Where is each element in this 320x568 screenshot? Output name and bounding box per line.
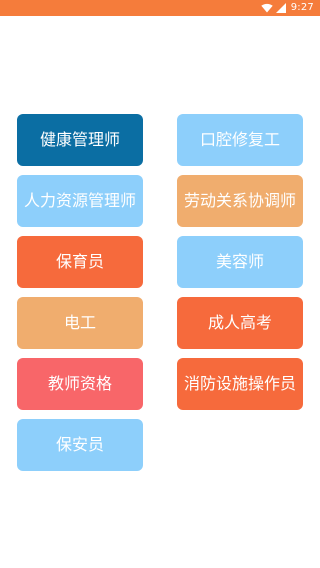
category-button-health-manager[interactable]: 健康管理师	[17, 114, 143, 166]
category-button-electrician[interactable]: 电工	[17, 297, 143, 349]
category-button-beautician[interactable]: 美容师	[177, 236, 303, 288]
category-button-security-guard[interactable]: 保安员	[17, 419, 143, 471]
wifi-icon	[261, 3, 273, 13]
status-bar: 9:27	[0, 0, 320, 16]
signal-icon	[275, 3, 286, 13]
category-button-labor-relations[interactable]: 劳动关系协调师	[177, 175, 303, 227]
category-button-dental-prosthetics[interactable]: 口腔修复工	[177, 114, 303, 166]
category-button-hr-manager[interactable]: 人力资源管理师	[17, 175, 143, 227]
category-button-adult-college-exam[interactable]: 成人高考	[177, 297, 303, 349]
category-button-teacher-qualification[interactable]: 教师资格	[17, 358, 143, 410]
category-button-fire-facility-operator[interactable]: 消防设施操作员	[177, 358, 303, 410]
status-time: 9:27	[290, 2, 314, 13]
category-button-childcare-worker[interactable]: 保育员	[17, 236, 143, 288]
status-indicators: 9:27	[261, 0, 314, 16]
